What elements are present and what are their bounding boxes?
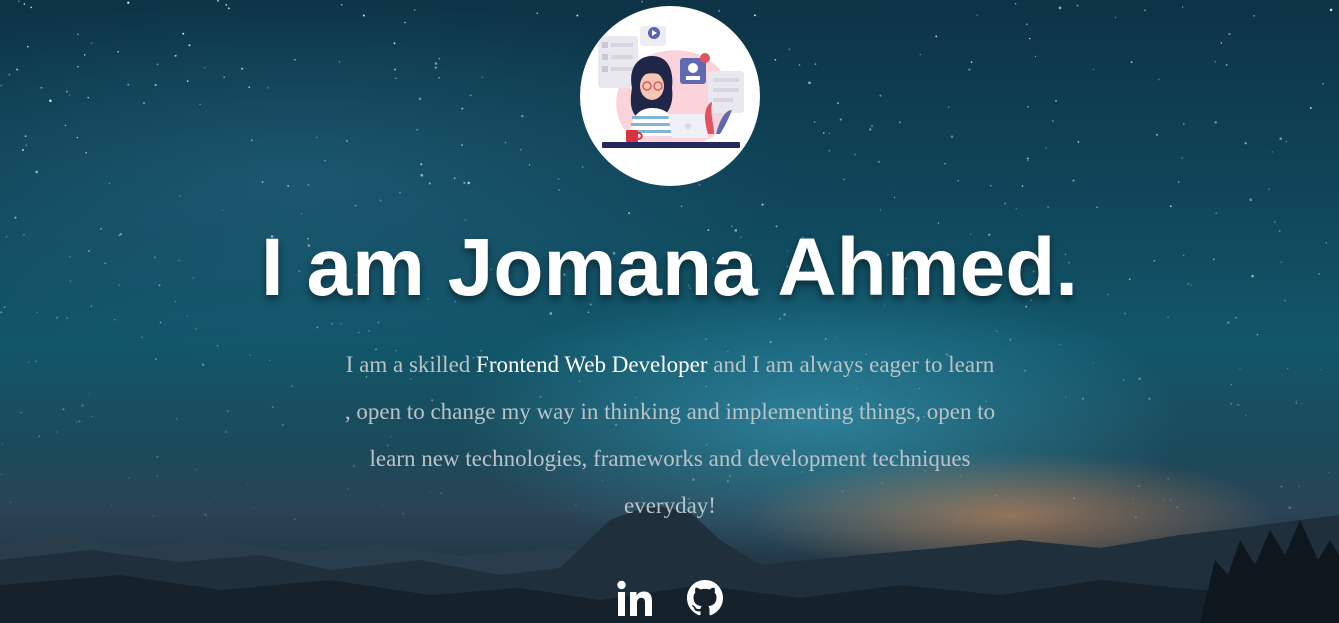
developer-illustration-icon <box>598 26 744 148</box>
profile-avatar <box>580 6 760 186</box>
intro-text-start: I am a skilled <box>345 352 477 377</box>
linkedin-icon <box>616 580 652 616</box>
page-title: I am Jomana Ahmed. <box>260 222 1079 313</box>
social-links <box>0 578 1339 618</box>
github-link[interactable] <box>686 578 724 618</box>
hero-section: I am Jomana Ahmed. I am a skilled Fronte… <box>0 0 1339 623</box>
linkedin-link[interactable] <box>616 578 654 618</box>
github-icon <box>686 580 723 616</box>
intro-paragraph: I am a skilled Frontend Web Developer an… <box>340 341 1000 529</box>
role-highlight: Frontend Web Developer <box>476 352 708 377</box>
